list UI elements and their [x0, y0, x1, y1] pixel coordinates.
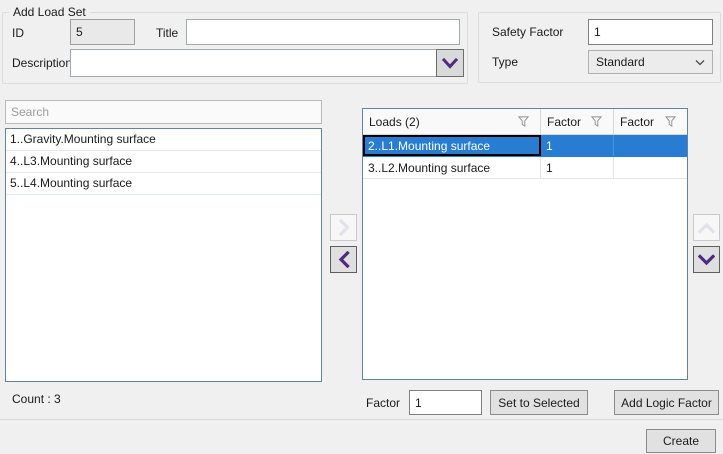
- grid-cell-load[interactable]: 3..L2.Mounting surface: [363, 157, 541, 178]
- list-item[interactable]: 5..L4.Mounting surface: [6, 173, 321, 195]
- grid-cell-factor[interactable]: [614, 135, 687, 156]
- add-load-set-group-title: Add Load Set: [9, 5, 90, 19]
- column-header-label: Factor: [620, 115, 654, 129]
- chevron-right-icon: [338, 219, 350, 236]
- grid-row[interactable]: 3..L2.Mounting surface 1: [363, 157, 687, 179]
- chevron-down-icon: [442, 58, 458, 69]
- column-header-label: Factor: [547, 115, 581, 129]
- list-item[interactable]: 4..L3.Mounting surface: [6, 151, 321, 173]
- column-header-factor-1[interactable]: Factor: [541, 109, 614, 134]
- filter-icon[interactable]: [590, 115, 603, 128]
- safety-factor-field[interactable]: [588, 19, 713, 45]
- grid-cell-factor[interactable]: 1: [541, 135, 614, 156]
- description-field[interactable]: [70, 49, 437, 77]
- grid-header: Loads (2) Factor Factor: [363, 109, 687, 135]
- add-logic-factor-button[interactable]: Add Logic Factor: [614, 390, 719, 415]
- title-field[interactable]: [186, 19, 460, 45]
- description-dropdown-button[interactable]: [436, 49, 464, 77]
- list-item[interactable]: 1..Gravity.Mounting surface: [6, 129, 321, 151]
- move-left-button[interactable]: [330, 246, 357, 273]
- available-loads-list: 1..Gravity.Mounting surface 4..L3.Mounti…: [5, 128, 322, 382]
- search-input[interactable]: [5, 100, 322, 124]
- id-field[interactable]: [70, 19, 135, 45]
- filter-icon[interactable]: [664, 115, 677, 128]
- chevron-down-icon: [695, 59, 705, 66]
- grid-cell-load[interactable]: 2..L1.Mounting surface: [363, 135, 541, 156]
- type-label: Type: [492, 55, 518, 69]
- column-header-loads[interactable]: Loads (2): [363, 109, 541, 134]
- grid-cell-factor[interactable]: [614, 157, 687, 178]
- grid-row[interactable]: 2..L1.Mounting surface 1: [363, 135, 687, 157]
- grid-cell-factor[interactable]: 1: [541, 157, 614, 178]
- filter-icon[interactable]: [517, 115, 530, 128]
- type-select-value: Standard: [596, 55, 645, 69]
- id-label: ID: [12, 26, 24, 40]
- column-header-factor-2[interactable]: Factor: [614, 109, 687, 134]
- type-select[interactable]: Standard: [588, 50, 713, 74]
- set-to-selected-button[interactable]: Set to Selected: [490, 390, 588, 415]
- title-label: Title: [156, 26, 178, 40]
- safety-factor-label: Safety Factor: [492, 25, 563, 39]
- chevron-up-icon: [698, 222, 715, 234]
- move-down-button[interactable]: [693, 246, 720, 273]
- selected-loads-grid: Loads (2) Factor Factor: [362, 108, 688, 380]
- create-button[interactable]: Create: [646, 429, 716, 453]
- footer-divider: [0, 419, 723, 420]
- move-up-button[interactable]: [693, 214, 720, 241]
- chevron-down-icon: [698, 254, 715, 266]
- factor-field[interactable]: [409, 390, 482, 415]
- move-right-button[interactable]: [330, 214, 357, 241]
- add-load-set-dialog: Add Load Set ID Title Description Safety…: [0, 0, 723, 454]
- chevron-left-icon: [338, 251, 350, 268]
- column-header-label: Loads (2): [369, 115, 420, 129]
- factor-label: Factor: [366, 396, 400, 410]
- count-label: Count : 3: [12, 392, 61, 406]
- description-label: Description: [12, 56, 72, 70]
